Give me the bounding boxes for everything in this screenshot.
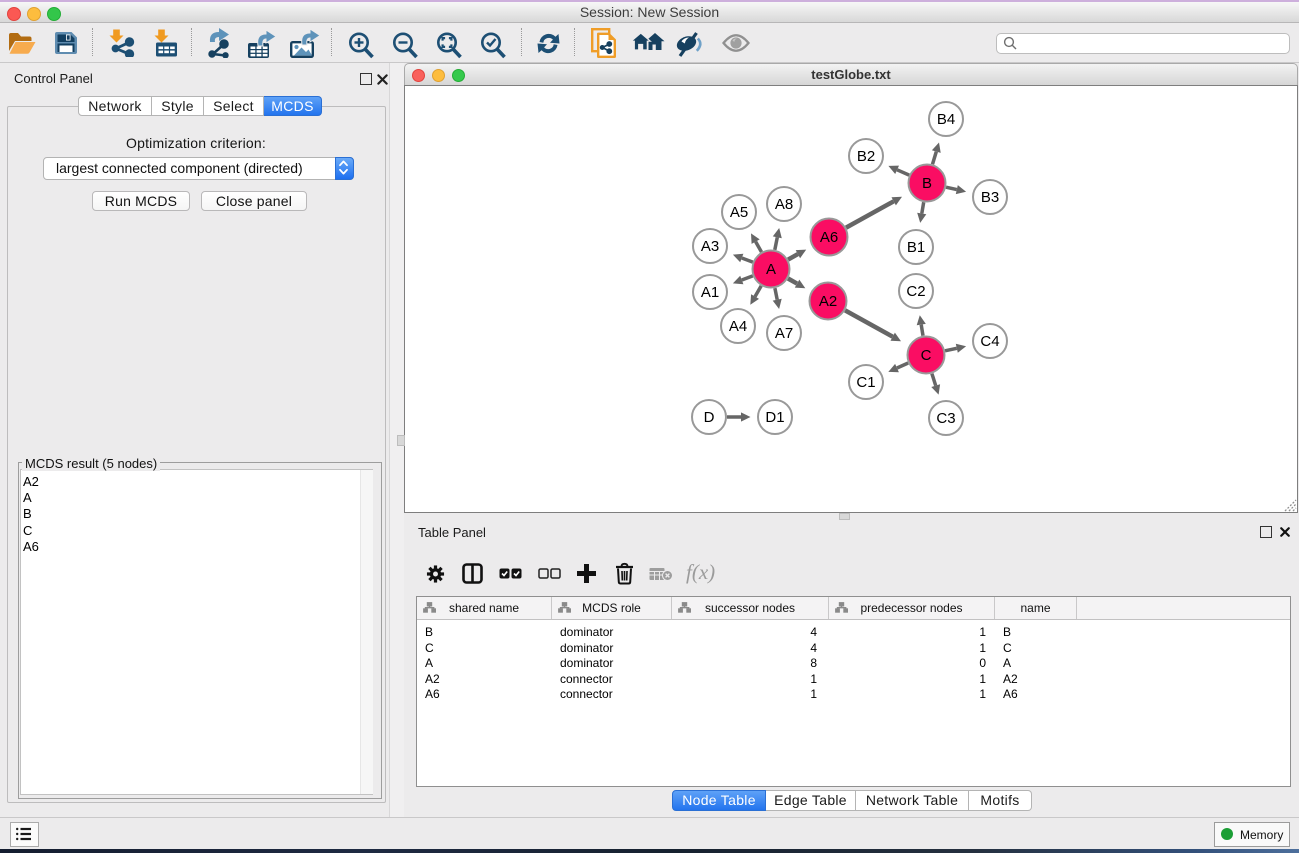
svg-text:B3: B3: [981, 189, 999, 206]
svg-text:A8: A8: [775, 196, 793, 213]
svg-text:A: A: [766, 261, 776, 278]
svg-text:D1: D1: [765, 409, 784, 426]
svg-text:B: B: [922, 175, 932, 192]
svg-text:C2: C2: [906, 283, 925, 300]
svg-text:C: C: [921, 347, 932, 364]
svg-text:A2: A2: [819, 293, 837, 310]
svg-text:A3: A3: [701, 238, 719, 255]
svg-text:D: D: [704, 409, 715, 426]
svg-text:B1: B1: [907, 239, 925, 256]
svg-text:A4: A4: [729, 318, 747, 335]
svg-text:B4: B4: [937, 111, 955, 128]
svg-text:C1: C1: [856, 374, 875, 391]
svg-text:A7: A7: [775, 325, 793, 342]
svg-text:A5: A5: [730, 204, 748, 221]
svg-text:A1: A1: [701, 284, 719, 301]
svg-text:B2: B2: [857, 148, 875, 165]
svg-text:A6: A6: [820, 229, 838, 246]
svg-text:C3: C3: [936, 410, 955, 427]
svg-text:C4: C4: [980, 333, 999, 350]
